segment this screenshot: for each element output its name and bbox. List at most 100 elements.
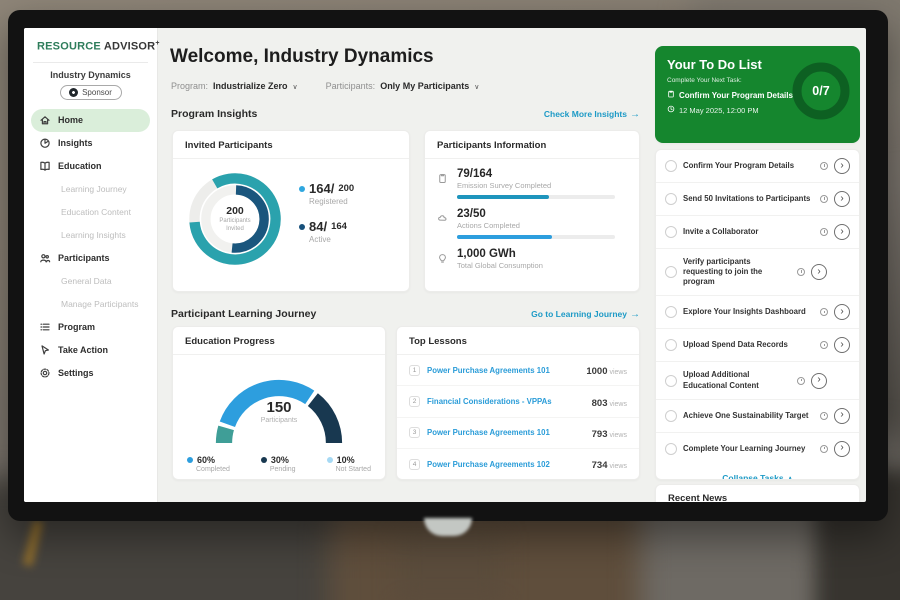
task-chevron-button[interactable]: › [834,408,850,424]
todo-progress-count: 0/7 [790,60,852,122]
lesson-link[interactable]: Power Purchase Agreements 101 [427,366,579,375]
sidebar-item-label: Education Content [61,207,131,217]
sidebar-item-label: Take Action [58,345,108,355]
task-checkbox[interactable] [665,160,677,172]
sidebar-item-education[interactable]: Education [31,155,150,178]
task-checkbox[interactable] [665,226,677,238]
sidebar-item-insights[interactable]: Insights [31,132,150,155]
app-logo[interactable]: RESOURCE ADVISOR+ [24,28,157,53]
clipboard-icon [667,90,675,100]
clock-icon [820,412,828,420]
arrow-right-icon: → [630,309,640,320]
gauge-center-value: 150 [204,399,354,416]
gear-icon [39,367,51,379]
sponsor-icon [69,88,78,97]
monitor-stand-shadow [398,532,502,600]
emission-survey-row: 79/164 Emission Survey Completed [437,168,627,199]
program-filter[interactable]: Program:Industrialize Zero∨ [171,81,298,91]
actions-completed-row: 23/50 Actions Completed [437,208,627,239]
participants-filter[interactable]: Participants:Only My Participants∨ [326,81,480,91]
card-title: Recent News [656,485,859,502]
check-more-insights-link[interactable]: Check More Insights→ [544,109,640,120]
progress-bar [457,235,615,239]
legend-registered: 164/200 Registered [299,181,354,206]
task-row: Send 50 Invitations to Participants › [656,182,859,215]
legend-active: 84/164 Active [299,219,354,244]
sidebar-item-participants[interactable]: Participants [31,247,150,270]
task-checkbox[interactable] [665,375,677,387]
task-checkbox[interactable] [665,193,677,205]
go-to-learning-journey-link[interactable]: Go to Learning Journey→ [531,309,640,320]
clock-icon [820,195,828,203]
sponsor-label: Sponsor [82,88,112,97]
participants-information-card: Participants Information 79/164 Emission… [424,130,640,292]
sidebar-item-education-content[interactable]: Education Content [31,201,150,224]
task-chevron-button[interactable]: › [834,337,850,353]
education-icon [39,160,51,172]
sponsor-badge[interactable]: Sponsor [60,85,122,100]
task-chevron-button[interactable]: › [834,191,850,207]
task-row: Complete Your Learning Journey › [656,432,859,465]
clock-icon [797,377,805,385]
participants-filter-value: Only My Participants [380,81,469,91]
home-icon [39,114,51,126]
sidebar-item-label: Manage Participants [61,299,139,309]
logo-plus: + [155,40,159,47]
task-checkbox[interactable] [665,306,677,318]
education-gauge-chart: 150 Participants [204,363,354,449]
lesson-row: 3 Power Purchase Agreements 101 793views [397,418,639,449]
task-row: Confirm Your Program Details › [656,150,859,182]
task-checkbox[interactable] [665,266,677,278]
invited-participants-body: 200 Participants Invited 164/200 Registe… [173,159,409,271]
sidebar-item-general-data[interactable]: General Data [31,270,150,293]
program-insights-header: Program Insights Check More Insights→ [171,108,640,120]
section-title: Participant Learning Journey [171,308,316,320]
invited-participants-card: Invited Participants 200 Participants In… [172,130,410,292]
lesson-link[interactable]: Power Purchase Agreements 102 [427,460,585,469]
collapse-tasks-link[interactable]: Collapse Tasks∧ [656,465,859,480]
sidebar-item-program[interactable]: Program [31,316,150,339]
task-checkbox[interactable] [665,443,677,455]
sidebar-item-label: Learning Journey [61,184,127,194]
task-chevron-button[interactable]: › [834,441,850,457]
progress-bar [457,195,615,199]
task-checkbox[interactable] [665,339,677,351]
sidebar: RESOURCE ADVISOR+ Industry Dynamics Spon… [24,28,158,502]
task-row: Explore Your Insights Dashboard › [656,295,859,328]
sidebar-item-home[interactable]: Home [31,109,150,132]
task-chevron-button[interactable]: › [811,373,827,389]
task-row: Verify participants requesting to join t… [656,248,859,295]
sidebar-item-learning-insights[interactable]: Learning Insights [31,224,150,247]
task-chevron-button[interactable]: › [834,304,850,320]
bulb-icon [437,248,450,270]
task-row: Invite a Collaborator › [656,215,859,248]
lesson-link[interactable]: Power Purchase Agreements 101 [427,428,585,437]
task-chevron-button[interactable]: › [811,264,827,280]
task-checkbox[interactable] [665,410,677,422]
dashboard-screen: RESOURCE ADVISOR+ Industry Dynamics Spon… [24,28,866,502]
sidebar-item-learning-journey[interactable]: Learning Journey [31,178,150,201]
card-title: Education Progress [173,327,385,355]
filters-row: Program:Industrialize Zero∨ Participants… [171,81,479,91]
logo-primary: RESOURCE [37,41,101,53]
card-title: Invited Participants [173,131,409,159]
clock-icon [820,228,828,236]
todo-hero-card: Your To Do List Complete Your Next Task:… [655,46,860,143]
sidebar-item-settings[interactable]: Settings [31,362,150,385]
lesson-row: 1 Power Purchase Agreements 101 1000view… [397,355,639,386]
divider [33,62,148,63]
clock-icon [820,308,828,316]
task-chevron-button[interactable]: › [834,224,850,240]
org-name: Industry Dynamics [24,70,157,80]
sidebar-item-label: Insights [58,138,93,148]
sidebar-item-manage-participants[interactable]: Manage Participants [31,293,150,316]
legend-completed: 60% Completed [187,455,230,473]
sidebar-item-take-action[interactable]: Take Action [31,339,150,362]
lesson-link[interactable]: Financial Considerations - VPPAs [427,397,585,406]
survey-icon [437,168,450,199]
sidebar-item-label: Home [58,115,83,125]
clock-icon [820,341,828,349]
clock-icon [820,162,828,170]
legend-pending: 30% Pending [261,455,296,473]
task-chevron-button[interactable]: › [834,158,850,174]
